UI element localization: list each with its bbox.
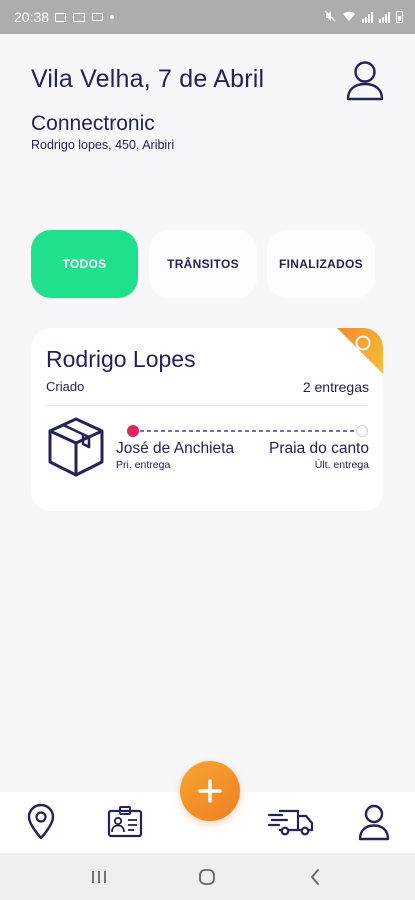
nav-profile[interactable]: [354, 802, 394, 842]
id-card-icon: [107, 806, 143, 838]
briefcase-icon: [92, 13, 104, 21]
recent-apps-icon: [92, 871, 106, 883]
first-delivery-label: Pri. entrega: [116, 459, 171, 471]
add-icon: [198, 779, 222, 803]
back-icon: [311, 869, 319, 885]
delivery-card[interactable]: Rodrigo Lopes Criado 2 entregas José de …: [31, 328, 383, 511]
image-icon: [55, 12, 67, 22]
tab-transitos[interactable]: TRÂNSITOS: [149, 230, 257, 298]
first-delivery-place: José de Anchieta: [116, 440, 235, 457]
add-delivery-button[interactable]: [180, 761, 240, 821]
last-delivery-label: Últ. entrega: [314, 459, 369, 471]
monitor-icon: [73, 12, 86, 22]
search-icon: [337, 328, 383, 374]
page-title: Vila Velha, 7 de Abril: [31, 65, 265, 93]
search-badge[interactable]: [337, 328, 383, 374]
signal-icon: [362, 11, 373, 23]
status-bar: 20:38: [0, 0, 415, 34]
tab-todos[interactable]: TODOS: [31, 230, 138, 298]
signal-icon: [379, 11, 390, 23]
company-name: Connectronic: [31, 112, 155, 135]
back-button[interactable]: [303, 865, 327, 889]
user-icon: [346, 61, 384, 101]
card-customer-name: Rodrigo Lopes: [46, 346, 196, 372]
dot-icon: [110, 15, 115, 19]
recent-apps-button[interactable]: [87, 865, 111, 889]
user-icon: [358, 804, 390, 841]
card-divider: [45, 405, 369, 406]
delivery-truck-icon: [267, 809, 314, 836]
mute-icon: [324, 10, 336, 25]
first-stop-dot: [127, 425, 139, 437]
last-stop-dot: [356, 425, 368, 437]
card-delivery-count: 2 entregas: [302, 379, 369, 395]
home-button[interactable]: [195, 865, 219, 889]
system-nav-bar: [0, 853, 415, 900]
package-icon: [46, 416, 106, 478]
battery-icon: [396, 11, 403, 23]
last-delivery-place: Praia do canto: [269, 440, 369, 457]
route-track: [133, 430, 365, 432]
tab-finalizados[interactable]: FINALIZADOS: [267, 230, 375, 298]
location-icon: [27, 803, 55, 840]
card-status: Criado: [46, 379, 85, 394]
nav-location[interactable]: [21, 802, 61, 842]
wifi-icon: [342, 10, 356, 25]
nav-id-card[interactable]: [105, 802, 145, 842]
profile-button[interactable]: [345, 58, 385, 102]
status-time: 20:38: [14, 9, 50, 25]
company-address: Rodrigo lopes, 450, Aribiri: [31, 138, 175, 152]
home-icon: [199, 869, 215, 885]
nav-deliveries[interactable]: [266, 802, 316, 842]
